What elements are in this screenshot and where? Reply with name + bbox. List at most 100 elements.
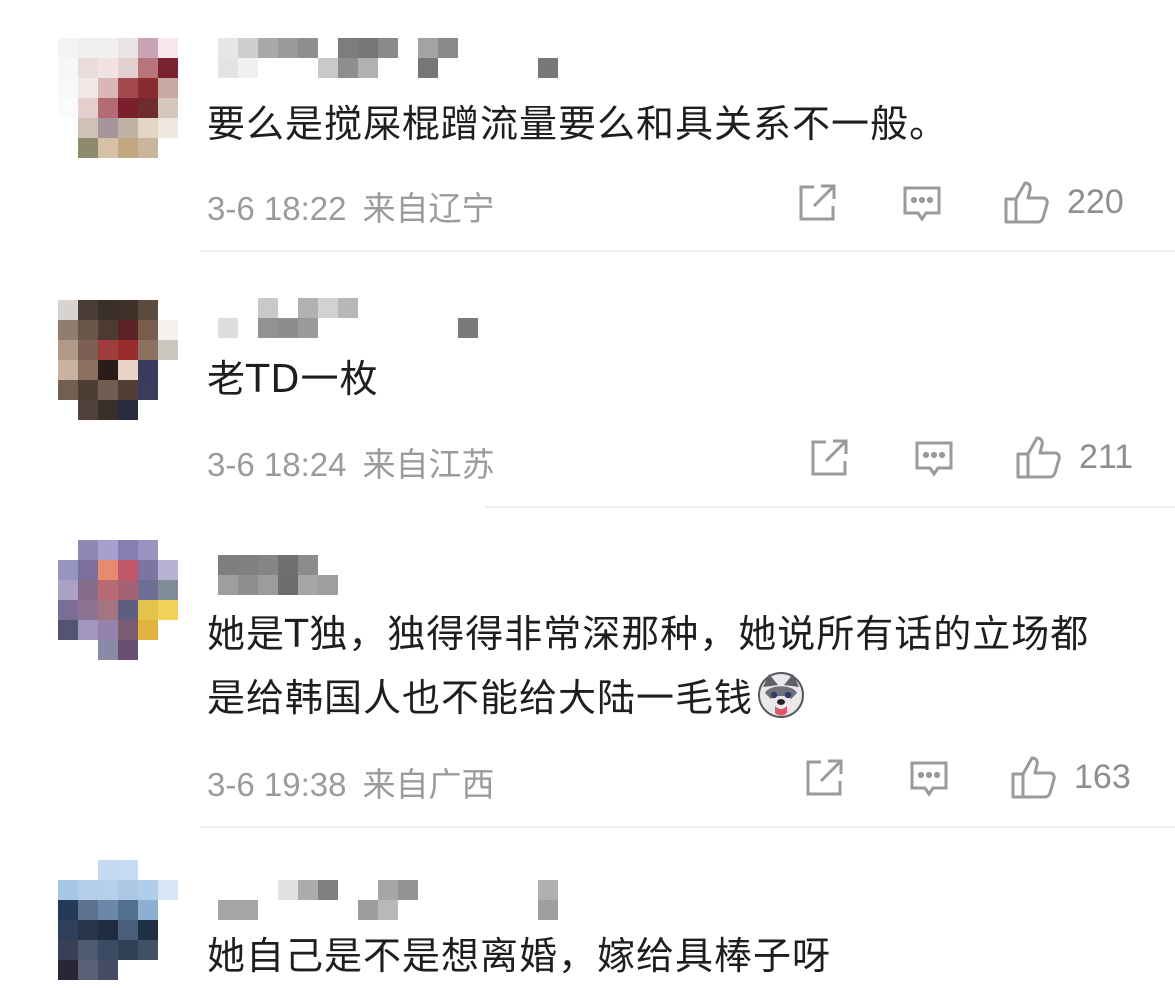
mosaic-pixel <box>358 58 378 78</box>
mosaic-pixel <box>358 318 378 338</box>
like-button[interactable]: 220 <box>1003 179 1124 225</box>
comment-icon <box>915 441 953 477</box>
mosaic-pixel <box>298 38 318 58</box>
mosaic-pixel <box>158 138 178 158</box>
mosaic-pixel <box>338 900 358 920</box>
mosaic-pixel <box>338 555 358 575</box>
mosaic-pixel <box>338 38 358 58</box>
mosaic-pixel <box>158 860 178 880</box>
share-button[interactable] <box>795 181 839 225</box>
mosaic-pixel <box>58 540 78 560</box>
mosaic-pixel <box>138 860 158 880</box>
mosaic-pixel <box>118 400 138 420</box>
mosaic-pixel <box>318 38 338 58</box>
mosaic-pixel <box>58 860 78 880</box>
comment-time: 3-6 19:38 <box>207 766 347 803</box>
mosaic-pixel <box>378 575 398 595</box>
reply-button[interactable] <box>912 436 956 480</box>
mosaic-pixel <box>58 380 78 400</box>
mosaic-pixel <box>118 940 138 960</box>
mosaic-pixel <box>98 38 118 58</box>
mosaic-pixel <box>518 900 538 920</box>
mosaic-pixel <box>378 900 398 920</box>
mosaic-pixel <box>538 318 558 338</box>
mosaic-pixel <box>98 58 118 78</box>
mosaic-pixel <box>438 298 458 318</box>
mosaic-pixel <box>238 555 258 575</box>
mosaic-pixel <box>358 38 378 58</box>
mosaic-pixel <box>538 900 558 920</box>
mosaic-pixel <box>58 118 78 138</box>
mosaic-pixel <box>298 880 318 900</box>
mosaic-pixel <box>518 298 538 318</box>
share-button[interactable] <box>807 436 851 480</box>
mosaic-pixel <box>78 360 98 380</box>
like-button[interactable]: 211 <box>1015 434 1133 480</box>
mosaic-pixel <box>158 960 178 980</box>
mosaic-pixel <box>258 58 278 78</box>
mosaic-pixel <box>158 340 178 360</box>
mosaic-pixel <box>98 860 118 880</box>
mosaic-pixel <box>218 880 238 900</box>
avatar[interactable] <box>58 300 178 420</box>
mosaic-pixel <box>378 38 398 58</box>
mosaic-pixel <box>78 640 98 660</box>
username[interactable] <box>218 555 558 595</box>
mosaic-pixel <box>438 575 458 595</box>
mosaic-pixel <box>278 900 298 920</box>
mosaic-pixel <box>478 318 498 338</box>
mosaic-pixel <box>538 880 558 900</box>
mosaic-pixel <box>158 118 178 138</box>
username[interactable] <box>218 298 558 338</box>
comment-location: 来自辽宁 <box>362 190 495 227</box>
username[interactable] <box>218 38 558 78</box>
mosaic-pixel <box>138 640 158 660</box>
mosaic-pixel <box>218 58 238 78</box>
mosaic-pixel <box>538 575 558 595</box>
mosaic-pixel <box>438 880 458 900</box>
mosaic-pixel <box>118 600 138 620</box>
mosaic-pixel <box>118 138 138 158</box>
mosaic-pixel <box>58 580 78 600</box>
mosaic-pixel <box>138 400 158 420</box>
mosaic-pixel <box>238 900 258 920</box>
mosaic-pixel <box>58 900 78 920</box>
mosaic-pixel <box>58 600 78 620</box>
mosaic-pixel <box>298 58 318 78</box>
mosaic-pixel <box>138 940 158 960</box>
avatar[interactable] <box>58 860 178 980</box>
mosaic-pixel <box>78 138 98 158</box>
mosaic-pixel <box>98 620 118 640</box>
avatar[interactable] <box>58 540 178 660</box>
mosaic-pixel <box>398 575 418 595</box>
mosaic-pixel <box>458 298 478 318</box>
mosaic-pixel <box>378 880 398 900</box>
mosaic-pixel <box>98 900 118 920</box>
comment-icon <box>903 186 941 222</box>
username[interactable] <box>218 880 558 920</box>
mosaic-pixel <box>118 300 138 320</box>
share-button[interactable] <box>802 756 846 800</box>
mosaic-pixel <box>58 360 78 380</box>
mosaic-pixel <box>118 880 138 900</box>
mosaic-pixel <box>298 900 318 920</box>
mosaic-pixel <box>158 620 178 640</box>
mosaic-pixel <box>278 58 298 78</box>
mosaic-pixel <box>138 38 158 58</box>
like-button[interactable]: 163 <box>1010 754 1131 800</box>
mosaic-pixel <box>258 298 278 318</box>
comment-text: 她是T独，独得得非常深那种，她说所有话的立场都是给韩国人也不能给大陆一毛钱 <box>207 602 1120 730</box>
mosaic-pixel <box>138 380 158 400</box>
mosaic-pixel <box>318 318 338 338</box>
avatar[interactable] <box>58 38 178 158</box>
reply-button[interactable] <box>900 181 944 225</box>
mosaic-pixel <box>138 340 158 360</box>
mosaic-pixel <box>478 900 498 920</box>
mosaic-pixel <box>58 300 78 320</box>
mosaic-pixel <box>398 900 418 920</box>
comment-location: 来自江苏 <box>362 446 495 483</box>
reply-button[interactable] <box>907 756 951 800</box>
mosaic-pixel <box>338 880 358 900</box>
mosaic-pixel <box>98 340 118 360</box>
mosaic-pixel <box>298 298 318 318</box>
